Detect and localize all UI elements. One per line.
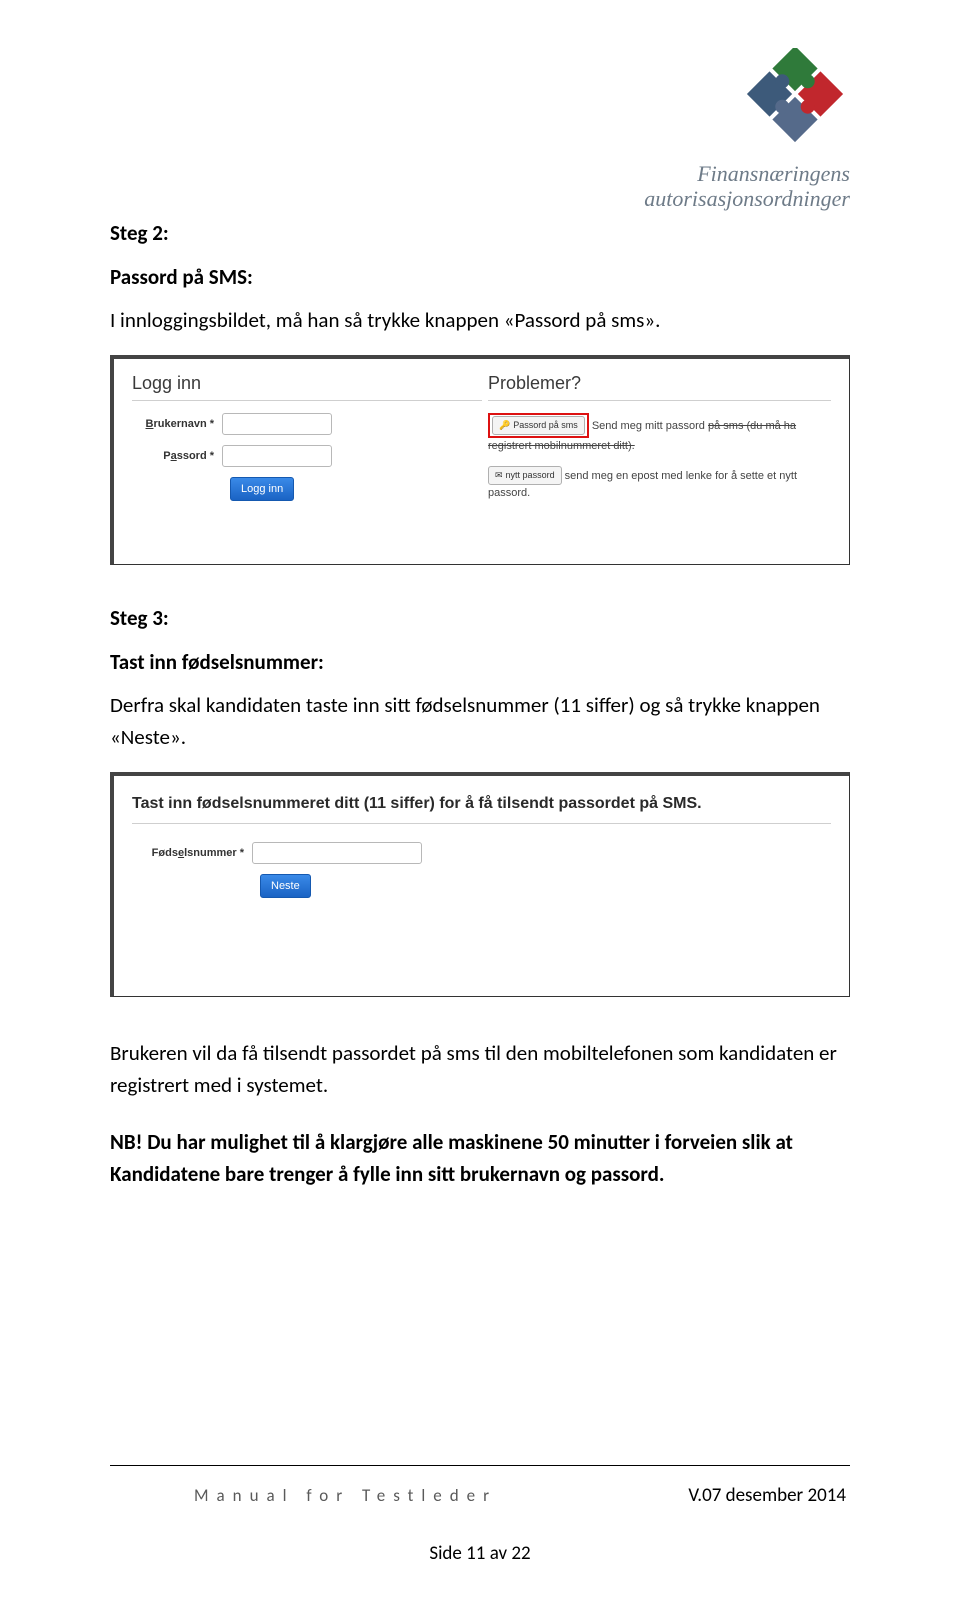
fodselsnummer-screenshot: Tast inn fødselsnummeret ditt (11 siffer… [110, 772, 850, 997]
login-button[interactable]: Logg inn [230, 477, 294, 501]
login-screenshot: Logg inn Brukernavn * Passord * Logg inn… [110, 355, 850, 565]
header-logo: Finansnæringens autorisasjonsordninger [644, 48, 850, 212]
step2-text: I innloggingsbildet, må han så trykke kn… [110, 304, 850, 337]
logo-text: Finansnæringens autorisasjonsordninger [644, 161, 850, 212]
nb-text: NB! Du har mulighet til å klargjøre alle… [110, 1126, 850, 1191]
step3-text: Derfra skal kandidaten taste inn sitt fø… [110, 689, 850, 754]
footer-version: V.07 desember 2014 [688, 1484, 846, 1507]
divider [132, 823, 831, 824]
footer-title: Manual for Testleder [114, 1485, 497, 1506]
password-label: Passord * [132, 450, 222, 462]
username-input[interactable] [222, 413, 332, 435]
step2-heading: Steg 2: [110, 220, 850, 246]
footer-divider [110, 1465, 850, 1466]
logo-text-line2: autorisasjonsordninger [644, 186, 850, 211]
key-icon: 🔑 [499, 420, 510, 430]
newpass-help-block: ✉nytt passord send meg en epost med lenk… [488, 466, 831, 503]
username-label: Brukernavn * [132, 418, 222, 430]
step3-heading: Steg 3: [110, 605, 850, 631]
password-sms-button[interactable]: 🔑Passord på sms [492, 416, 585, 436]
problems-title: Problemer? [488, 373, 831, 394]
page-number: Side 11 av 22 [0, 1542, 960, 1565]
logo-text-line1: Finansnæringens [644, 161, 850, 186]
after-text-1: Brukeren vil da få tilsendt passordet på… [110, 1037, 850, 1102]
new-password-button[interactable]: ✉nytt passord [488, 466, 562, 486]
login-title: Logg inn [132, 373, 482, 394]
fodselsnummer-label: Fødselsnummer * [132, 847, 252, 859]
divider [488, 400, 831, 401]
sms-help-block: 🔑Passord på sms Send meg mitt passord på… [488, 413, 831, 456]
password-input[interactable] [222, 445, 332, 467]
step2-subheading: Passord på SMS: [110, 264, 850, 290]
fodselsnummer-input[interactable] [252, 842, 422, 864]
sms-help-text-1: Send meg mitt passord [592, 419, 705, 431]
neste-button[interactable]: Neste [260, 874, 311, 898]
divider [132, 400, 482, 401]
step3-subheading: Tast inn fødselsnummer: [110, 649, 850, 675]
sms-highlight-box: 🔑Passord på sms [488, 413, 589, 439]
page-footer: Manual for Testleder V.07 desember 2014 [110, 1465, 850, 1507]
puzzle-logo-icon [740, 48, 850, 148]
mail-icon: ✉ [495, 470, 503, 480]
panel2-heading: Tast inn fødselsnummeret ditt (11 siffer… [132, 790, 831, 817]
